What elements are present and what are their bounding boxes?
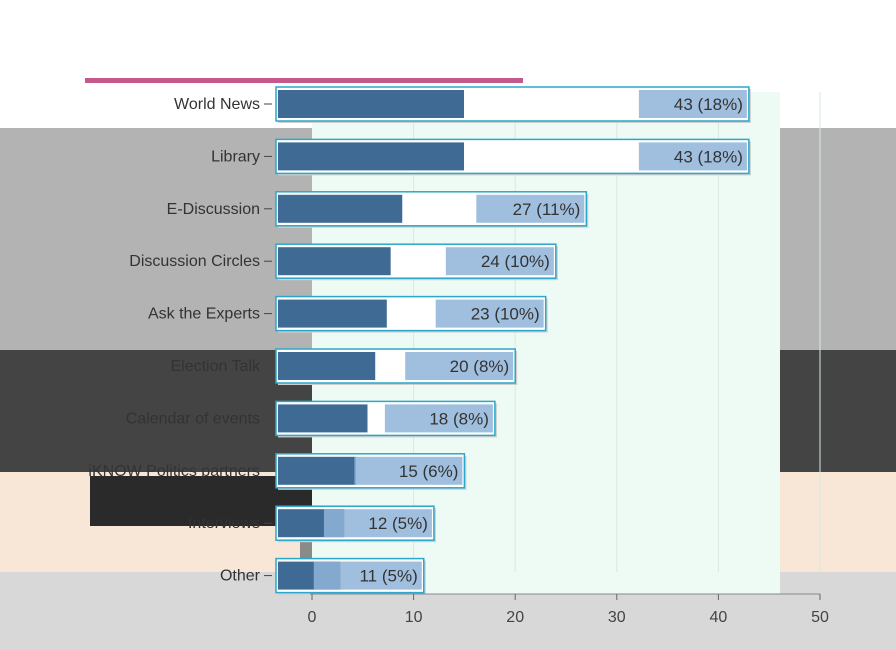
data-label: 11 (5%) bbox=[359, 567, 417, 586]
data-label: 20 (8%) bbox=[450, 357, 510, 376]
bar bbox=[278, 90, 465, 118]
data-label: 43 (18%) bbox=[674, 95, 743, 114]
x-tick-label: 10 bbox=[405, 609, 423, 626]
bar bbox=[278, 456, 356, 485]
category-label: Interviews bbox=[188, 515, 260, 532]
category-label: World News bbox=[174, 96, 260, 113]
bar bbox=[278, 194, 403, 223]
bar-chart: World News 43 (18%) Library 43 (18%) E-Discu… bbox=[88, 86, 829, 626]
data-label: 27 (11%) bbox=[513, 200, 581, 219]
bar bbox=[278, 142, 465, 171]
data-label: 43 (18%) bbox=[674, 147, 743, 166]
bar bbox=[278, 352, 376, 380]
category-label: Other bbox=[220, 568, 261, 585]
data-label: 24 (10%) bbox=[481, 252, 550, 271]
bar bbox=[278, 299, 387, 328]
x-tick-label: 20 bbox=[506, 609, 524, 626]
category-label: Ask the Experts bbox=[148, 306, 260, 323]
x-tick-label: 0 bbox=[308, 609, 317, 626]
x-tick-label: 40 bbox=[710, 609, 728, 626]
category-label: Calendar of events bbox=[126, 410, 260, 427]
category-label: E-Discussion bbox=[167, 201, 260, 218]
x-tick-label: 30 bbox=[608, 609, 626, 626]
data-label: 23 (10%) bbox=[471, 305, 540, 324]
bar bbox=[278, 404, 368, 433]
x-tick-label: 50 bbox=[811, 609, 829, 626]
category-label: Discussion Circles bbox=[129, 253, 260, 270]
category-label: Library bbox=[211, 148, 260, 165]
category-label: iKNOW Politics partners bbox=[88, 463, 260, 480]
data-label: 12 (5%) bbox=[368, 514, 428, 533]
category-label: Election Talk bbox=[170, 358, 261, 375]
bar bbox=[278, 247, 391, 276]
data-label: 15 (6%) bbox=[399, 462, 459, 481]
data-label: 18 (8%) bbox=[429, 409, 489, 428]
